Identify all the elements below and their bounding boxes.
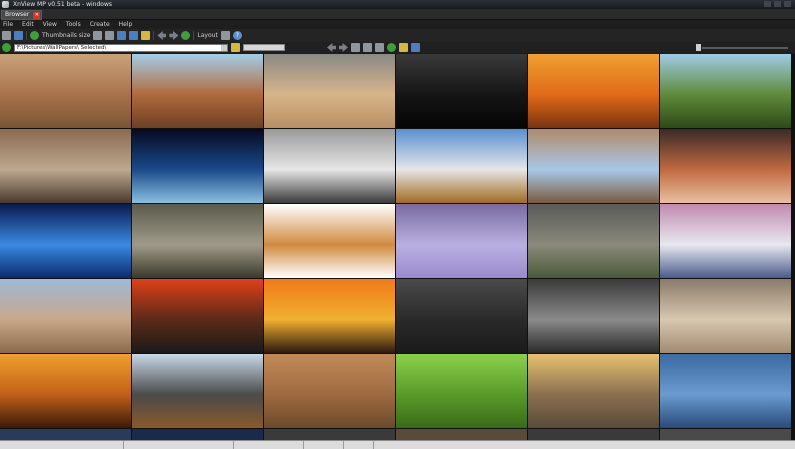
rating-icon[interactable] xyxy=(399,43,408,52)
thumbnail-green-cliffs[interactable] xyxy=(660,54,791,128)
thumbnail-snowy-tree[interactable] xyxy=(264,129,395,203)
thumbnail-pink-mountains[interactable] xyxy=(660,204,791,278)
menu-tools[interactable]: Tools xyxy=(66,21,81,28)
menu-help[interactable]: Help xyxy=(119,21,133,28)
thumbnail-dolphins[interactable] xyxy=(660,354,791,428)
layout-button[interactable]: Layout xyxy=(197,32,217,39)
tag-icon[interactable] xyxy=(387,43,396,52)
favorite-star-icon[interactable] xyxy=(231,43,240,52)
preview-icon[interactable] xyxy=(117,31,127,40)
thumbnail-partial[interactable] xyxy=(264,429,395,440)
menu-view[interactable]: View xyxy=(43,21,57,28)
rotate-right-icon[interactable] xyxy=(169,31,179,40)
status-bar xyxy=(0,440,795,449)
thumbnail-size-slider-handle[interactable] xyxy=(696,44,701,51)
thumbnail-snowy-range[interactable] xyxy=(0,279,131,353)
path-dropdown-icon[interactable] xyxy=(221,44,227,51)
toolbar: Thumbnails size Layout ? xyxy=(0,29,795,42)
window-controls xyxy=(764,1,791,7)
slideshow-icon[interactable] xyxy=(141,31,151,40)
menu-bar: File Edit View Tools Create Help xyxy=(0,20,795,29)
tab-label: Browser xyxy=(5,11,30,18)
settings-icon[interactable] xyxy=(220,31,230,40)
delete-icon[interactable] xyxy=(375,43,384,52)
quick-filter-input[interactable] xyxy=(243,44,285,51)
thumbnail-coast-storm[interactable] xyxy=(528,204,659,278)
path-text: F:\Pictures\WallPapers\ Selected\ xyxy=(17,44,107,51)
grid-view-icon[interactable] xyxy=(14,31,23,40)
thumbnail-volcano-autumn[interactable] xyxy=(396,129,527,203)
path-input[interactable]: F:\Pictures\WallPapers\ Selected\ xyxy=(14,43,228,52)
thumbnail-lighthouse-cliff[interactable] xyxy=(660,279,791,353)
toolbar-separator xyxy=(153,31,155,40)
thumbnail-waterfall-rocks[interactable] xyxy=(0,129,131,203)
thumbnail-giraffes[interactable] xyxy=(264,354,395,428)
thumbnail-mountain-lake[interactable] xyxy=(132,354,263,428)
thumbnail-grid xyxy=(0,54,795,440)
thumbnail-partial[interactable] xyxy=(132,429,263,440)
app-icon xyxy=(2,1,9,8)
tab-bar: Browser ✕ xyxy=(0,9,795,20)
status-cell xyxy=(124,441,234,449)
move-icon[interactable] xyxy=(363,43,372,52)
thumbnail-red-sunset-lake[interactable] xyxy=(132,279,263,353)
thumbnail-desert-ruins[interactable] xyxy=(0,54,131,128)
thumbnail-stone-gate[interactable] xyxy=(396,279,527,353)
toolbar-separator xyxy=(193,31,195,40)
thumbnail-orange-sun[interactable] xyxy=(264,279,395,353)
close-window-button[interactable] xyxy=(784,1,791,7)
refresh-icon[interactable] xyxy=(30,31,39,40)
window-title: XnView MP v0.51 beta - windows xyxy=(13,1,112,8)
help-icon[interactable]: ? xyxy=(232,31,242,40)
thumbnail-planet-horizon[interactable] xyxy=(132,129,263,203)
thumbnail-salt-flats[interactable] xyxy=(396,204,527,278)
thumbnail-pyramids-camel[interactable] xyxy=(528,54,659,128)
tab-browser[interactable]: Browser ✕ xyxy=(1,10,43,20)
view-mode-icon[interactable] xyxy=(2,31,11,40)
toolbar-separator xyxy=(26,31,27,40)
thumbnail-desert-road[interactable] xyxy=(264,54,395,128)
thumbnail-partial[interactable] xyxy=(660,429,791,440)
folder-up-icon[interactable] xyxy=(2,43,11,52)
address-bar: F:\Pictures\WallPapers\ Selected\ xyxy=(0,42,795,53)
status-cell xyxy=(304,441,344,449)
minimize-button[interactable] xyxy=(764,1,771,7)
thumbnail-rocky-shore[interactable] xyxy=(528,354,659,428)
thumbnail-owl-flight[interactable] xyxy=(132,204,263,278)
maximize-button[interactable] xyxy=(774,1,781,7)
thumbnail-rock-arch[interactable] xyxy=(528,129,659,203)
tab-close-icon[interactable]: ✕ xyxy=(33,12,41,19)
rotate-left-icon[interactable] xyxy=(157,31,167,40)
title-bar: XnView MP v0.51 beta - windows xyxy=(0,0,795,9)
thumbnail-canyon-rocks[interactable] xyxy=(132,54,263,128)
menu-file[interactable]: File xyxy=(3,21,13,28)
forward-icon[interactable] xyxy=(339,43,348,52)
thumbnail-veiled-eye[interactable] xyxy=(396,54,527,128)
convert-icon[interactable] xyxy=(181,31,191,40)
view-options-icon[interactable] xyxy=(411,43,420,52)
menu-edit[interactable]: Edit xyxy=(22,21,34,28)
thumbnail-ice-cave[interactable] xyxy=(0,204,131,278)
status-cell xyxy=(234,441,304,449)
thumbnail-partial[interactable] xyxy=(396,429,527,440)
back-icon[interactable] xyxy=(327,43,336,52)
thumbnail-partial[interactable] xyxy=(0,429,131,440)
thumbnail-swans-sunset[interactable] xyxy=(0,354,131,428)
thumbnail-green-hills[interactable] xyxy=(396,354,527,428)
thumbnails-size-button[interactable]: Thumbnails size xyxy=(42,32,90,39)
fullscreen-icon[interactable] xyxy=(129,31,139,40)
thumbnail-road-fence[interactable] xyxy=(528,279,659,353)
filter-icon[interactable] xyxy=(105,31,115,40)
thumbnail-size-slider[interactable] xyxy=(702,47,788,49)
thumbnail-mountain-sunset[interactable] xyxy=(660,129,791,203)
status-cell xyxy=(0,441,124,449)
copy-icon[interactable] xyxy=(351,43,360,52)
thumbnail-partial[interactable] xyxy=(528,429,659,440)
thumbnail-owl-cartoon[interactable] xyxy=(264,204,395,278)
status-cell xyxy=(344,441,374,449)
sort-icon[interactable] xyxy=(93,31,103,40)
menu-create[interactable]: Create xyxy=(90,21,110,28)
